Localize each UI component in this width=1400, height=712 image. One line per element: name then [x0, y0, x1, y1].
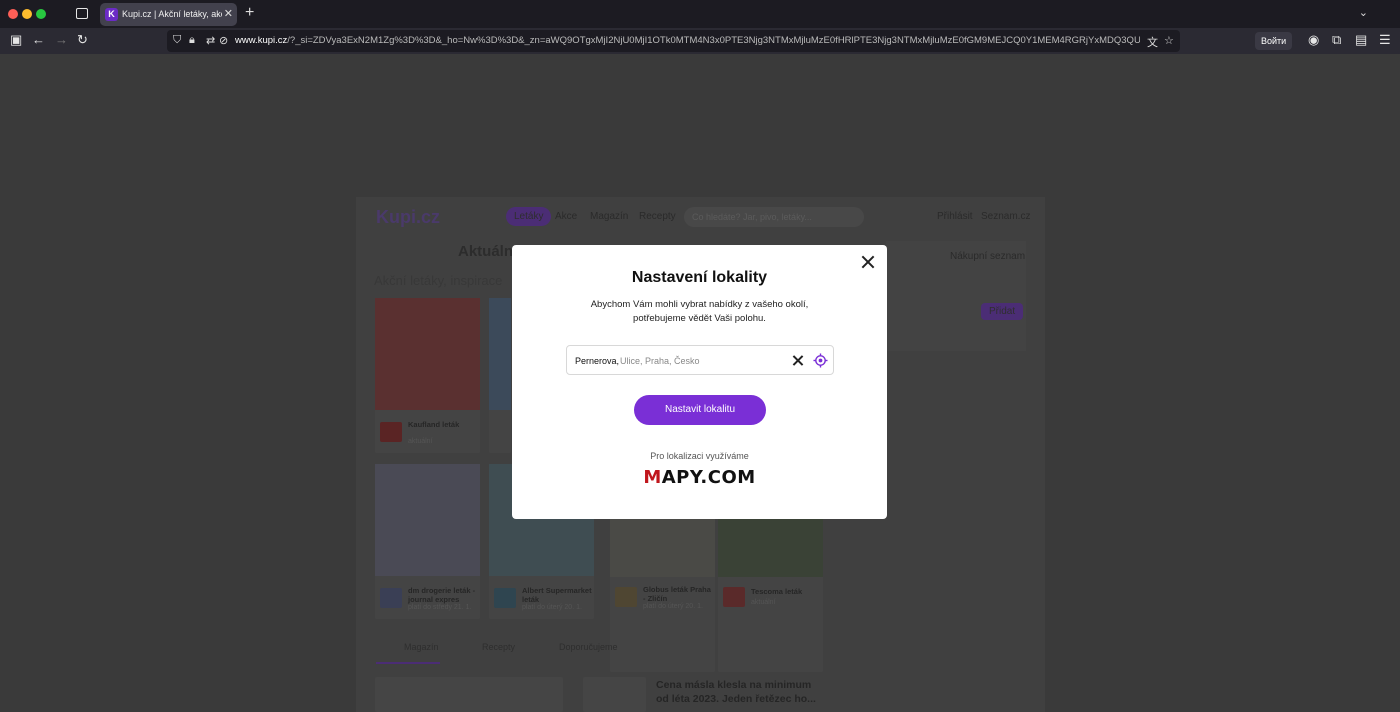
- mapy-com-logo[interactable]: MAPY.COM: [512, 467, 887, 488]
- browser-tab-bar: K Kupi.cz | Akční letáky, akce a sl ✕ + …: [0, 0, 1400, 28]
- maximize-window-button[interactable]: [36, 9, 46, 19]
- leaflet-image: [718, 517, 823, 577]
- seznam-link[interactable]: Seznam.cz: [981, 211, 1030, 222]
- tab-title: Kupi.cz | Akční letáky, akce a sl: [122, 9, 222, 19]
- bookmark-star-icon[interactable]: ☆: [1164, 34, 1174, 47]
- modal-title: Nastavení lokality: [631, 269, 768, 286]
- shopping-list-link[interactable]: Nákupní seznam: [950, 251, 1025, 262]
- clear-input-icon[interactable]: [792, 355, 803, 366]
- leaflet-card-kaufland[interactable]: Kaufland leták aktuální: [375, 298, 480, 453]
- leaflet-meta: platí do středy 21. 1.: [408, 604, 472, 611]
- leaflet-meta: platí do úterý 20. 1.: [643, 603, 703, 610]
- leaflet-card-dm[interactable]: dm drogerie leták - journal expres platí…: [375, 464, 480, 619]
- tab-magazin[interactable]: Magazín: [404, 642, 439, 652]
- store-logo: [615, 587, 637, 607]
- login-link[interactable]: Přihlásit: [937, 211, 973, 222]
- nav-magazin[interactable]: Magazín: [590, 211, 628, 222]
- new-tab-icon[interactable]: +: [245, 4, 254, 22]
- url-text[interactable]: www.kupi.cz/?_si=ZDVya3ExN2M1Zg%3D%3D&_h…: [235, 35, 1140, 46]
- nav-letaky[interactable]: Letáky: [506, 207, 552, 226]
- extensions-puzzle-icon[interactable]: ⧉: [1332, 32, 1341, 48]
- leaflet-title: Tescoma leták: [751, 587, 803, 596]
- leaflet-image: [375, 298, 480, 410]
- leaflet-title: Albert Supermarket leták: [522, 586, 592, 604]
- nav-recepty[interactable]: Recepty: [639, 211, 676, 222]
- add-button[interactable]: Přidat: [981, 303, 1024, 320]
- tab-close-icon[interactable]: ✕: [224, 7, 233, 20]
- modal-description: Abychom Vám mohli vybrat nabídky z vašeh…: [590, 299, 809, 324]
- leaflet-card-partial[interactable]: [489, 298, 511, 453]
- reload-icon[interactable]: ↻: [77, 32, 88, 48]
- set-location-button[interactable]: Nastavit lokalitu: [634, 395, 766, 425]
- location-modal: Nastavení lokality Abychom Vám mohli vyb…: [512, 245, 887, 519]
- tab-recepty[interactable]: Recepty: [482, 642, 515, 652]
- close-icon[interactable]: [861, 255, 875, 269]
- tab-list-icon[interactable]: [76, 8, 88, 19]
- reader-view-icon[interactable]: ▤: [1355, 32, 1367, 48]
- article-image[interactable]: [375, 677, 563, 712]
- powered-by-text: Pro lokalizaci využíváme: [650, 451, 749, 461]
- leaflet-card-globus[interactable]: Globus leták Praha - Zličín platí do úte…: [610, 517, 715, 672]
- active-tab-indicator: [376, 662, 440, 664]
- tracking-icon[interactable]: ⊘: [219, 34, 228, 47]
- leaflet-title: Kaufland leták: [408, 420, 460, 429]
- leaflet-meta: aktuální: [408, 438, 433, 445]
- minimize-window-button[interactable]: [22, 9, 32, 19]
- leaflet-meta: aktuální: [751, 599, 776, 606]
- close-window-button[interactable]: [8, 9, 18, 19]
- article-image[interactable]: [583, 677, 646, 712]
- kupi-logo[interactable]: Kupi.cz: [376, 207, 440, 228]
- back-icon[interactable]: ←: [32, 32, 45, 47]
- leaflet-image: [375, 464, 480, 576]
- page-subheading: Akční letáky, inspirace: [374, 273, 503, 288]
- locate-me-icon[interactable]: [813, 353, 828, 368]
- side-panel: Nákupní seznam Přidat: [886, 241, 1026, 351]
- forward-icon[interactable]: →: [55, 32, 68, 47]
- shield-icon[interactable]: ⛉: [173, 34, 181, 47]
- page-search-input[interactable]: Co hledáte? Jar, pivo, letáky...: [684, 207, 864, 227]
- account-signin-button[interactable]: Войти: [1255, 32, 1293, 50]
- page-heading: Aktuální: [458, 243, 518, 260]
- sidebar-toggle-icon[interactable]: ▣: [10, 32, 22, 48]
- url-bar[interactable]: ⛉ 🔒︎ ⇄ ⊘ www.kupi.cz/?_si=ZDVya3ExN2M1Zg…: [167, 30, 1180, 52]
- permissions-icon[interactable]: ⇄: [206, 34, 215, 47]
- store-logo: [723, 587, 745, 607]
- lock-icon[interactable]: 🔒︎: [189, 34, 195, 47]
- nav-akce[interactable]: Akce: [555, 211, 577, 222]
- location-input-value[interactable]: Pernerova,: [575, 356, 619, 366]
- leaflet-image: [489, 298, 511, 410]
- location-input[interactable]: Pernerova, Ulice, Praha, Česko: [566, 345, 834, 375]
- store-logo: [380, 588, 402, 608]
- leaflet-card-tescoma[interactable]: Tescoma leták aktuální: [718, 517, 823, 672]
- tab-doporucujeme[interactable]: Doporučujeme: [559, 642, 618, 652]
- leaflet-title: Globus leták Praha - Zličín: [643, 585, 711, 603]
- store-logo: [380, 422, 402, 442]
- browser-tab-active[interactable]: K Kupi.cz | Akční letáky, akce a sl ✕: [100, 3, 237, 26]
- chevron-down-icon[interactable]: ⌄: [1359, 6, 1368, 19]
- article-title[interactable]: Cena másla klesla na minimum od léta 202…: [656, 678, 826, 706]
- store-logo: [494, 588, 516, 608]
- extension-icon[interactable]: ◉: [1308, 32, 1319, 48]
- translate-icon[interactable]: 文: [1147, 34, 1158, 50]
- leaflet-image: [610, 517, 715, 577]
- leaflet-meta: platí do úterý 20. 1.: [522, 604, 582, 611]
- location-input-placeholder: Ulice, Praha, Česko: [620, 356, 700, 366]
- menu-hamburger-icon[interactable]: ☰: [1379, 32, 1391, 48]
- leaflet-title: dm drogerie leták - journal expres: [408, 586, 476, 604]
- browser-nav-bar: ▣ ← → ↻ ⛉ 🔒︎ ⇄ ⊘ www.kupi.cz/?_si=ZDVya3…: [0, 28, 1400, 54]
- kupi-favicon-icon: K: [105, 8, 118, 21]
